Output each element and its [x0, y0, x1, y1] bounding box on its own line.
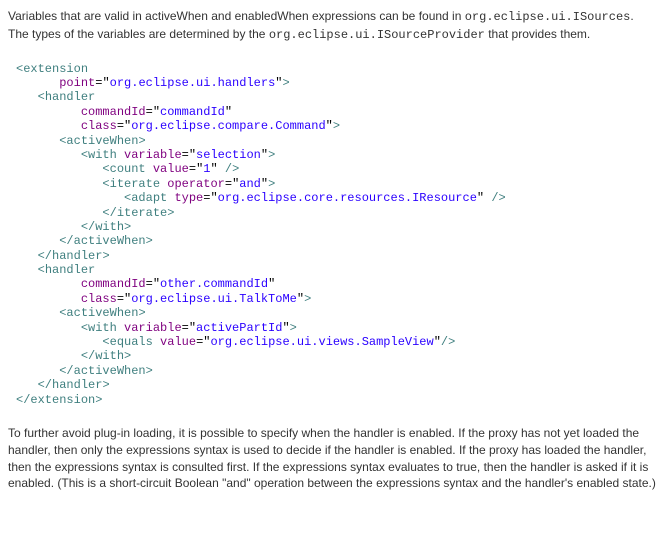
code-ref-isources: org.eclipse.ui.ISources: [465, 10, 631, 24]
outro-paragraph: To further avoid plug-in loading, it is …: [8, 425, 657, 492]
intro-paragraph: Variables that are valid in activeWhen a…: [8, 8, 657, 44]
intro-text-3: that provides them.: [485, 27, 590, 41]
xml-code-block: <extension point="org.eclipse.ui.handler…: [16, 62, 657, 407]
code-ref-isourceprovider: org.eclipse.ui.ISourceProvider: [269, 28, 485, 42]
intro-text-1: Variables that are valid in activeWhen a…: [8, 9, 465, 23]
